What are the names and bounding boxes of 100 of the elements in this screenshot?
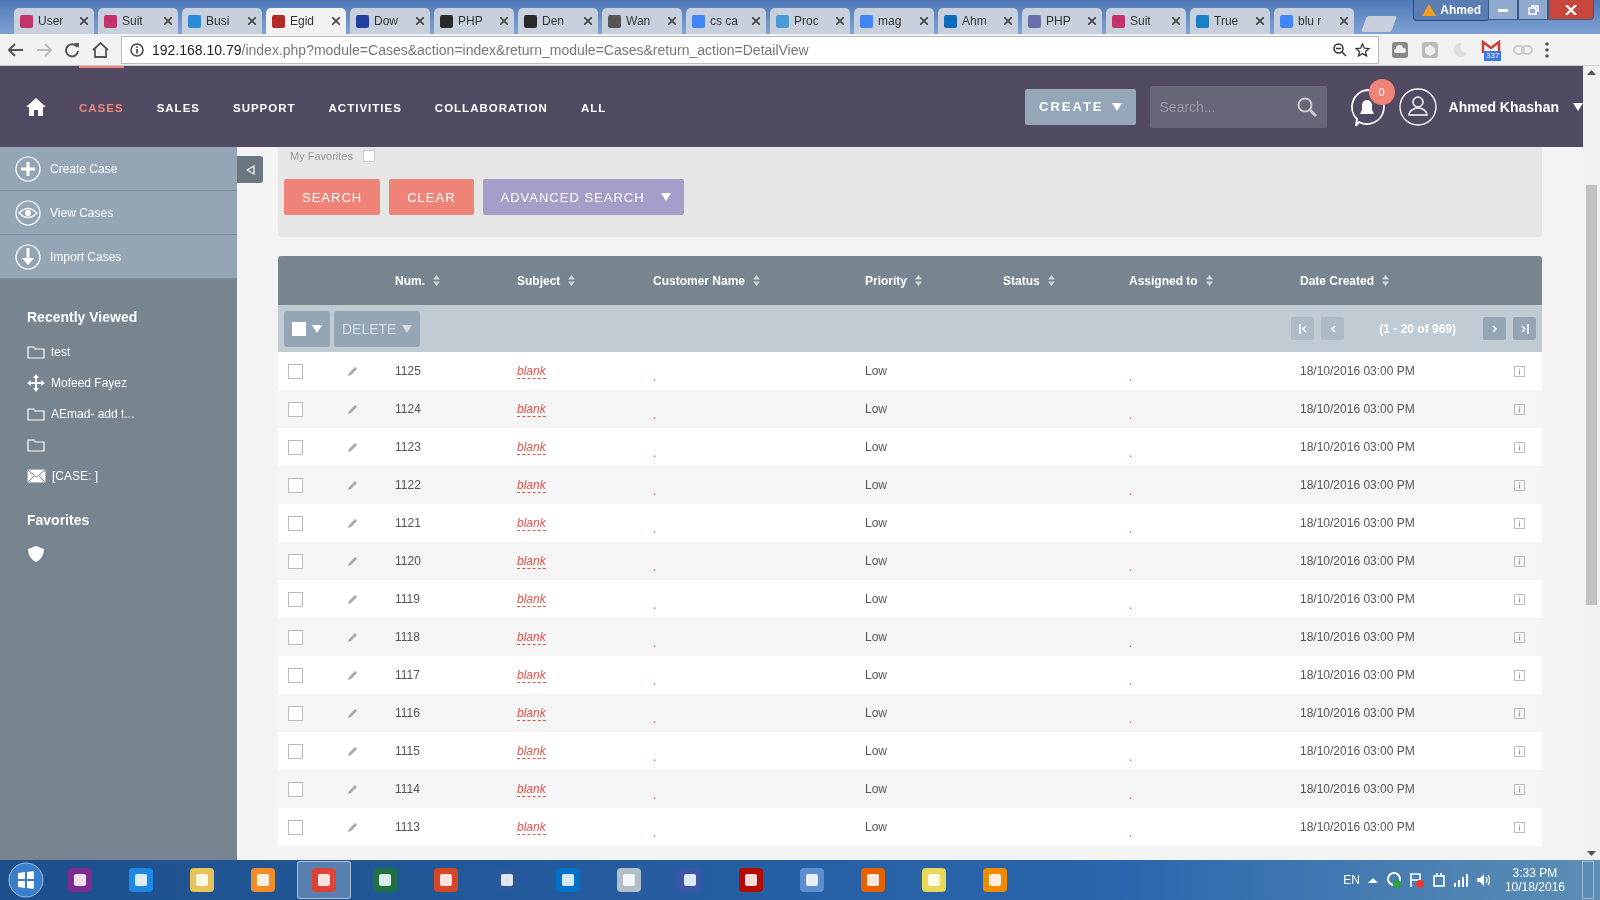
row-checkbox[interactable] — [288, 781, 303, 797]
assigned-link[interactable]: . — [1129, 826, 1133, 840]
column-header[interactable]: Num. — [390, 273, 512, 288]
close-icon[interactable] — [80, 17, 88, 25]
user-menu[interactable]: Ahmed Khashan — [1448, 98, 1559, 115]
customer-link[interactable]: . — [653, 674, 657, 688]
reload-icon[interactable] — [64, 41, 80, 58]
recent-item[interactable]: test — [0, 336, 237, 367]
close-icon[interactable] — [1340, 17, 1348, 25]
customer-link[interactable]: . — [653, 408, 657, 422]
nav-tab[interactable]: ACTIVITIES — [328, 66, 402, 147]
taskbar-app[interactable] — [297, 861, 351, 899]
subject-link[interactable]: blank — [517, 515, 546, 531]
close-icon[interactable] — [836, 17, 844, 25]
browser-tab[interactable]: Suit — [98, 8, 178, 34]
sort-icon[interactable] — [915, 275, 922, 286]
customer-link[interactable]: . — [653, 522, 657, 536]
browser-tab[interactable]: User — [14, 8, 94, 34]
info-icon[interactable] — [1514, 365, 1525, 377]
start-button[interactable] — [6, 861, 46, 899]
column-header[interactable]: Priority — [860, 273, 998, 288]
profile-button[interactable]: Ahmed — [1413, 0, 1490, 21]
column-header[interactable]: Customer Name — [648, 273, 860, 288]
sort-icon[interactable] — [1047, 275, 1055, 286]
close-icon[interactable] — [1004, 17, 1012, 25]
info-icon[interactable] — [1514, 403, 1525, 415]
close-icon[interactable] — [164, 17, 172, 25]
customer-link[interactable]: . — [653, 750, 657, 764]
close-icon[interactable] — [584, 17, 592, 25]
info-icon[interactable] — [1514, 555, 1525, 567]
row-checkbox[interactable] — [288, 363, 303, 379]
close-icon[interactable] — [752, 17, 760, 25]
assigned-link[interactable]: . — [1129, 408, 1133, 422]
assigned-link[interactable]: . — [1129, 750, 1133, 764]
sidebar-action[interactable]: Import Cases — [0, 235, 237, 279]
row-checkbox[interactable] — [288, 819, 303, 835]
close-icon[interactable] — [1088, 17, 1096, 25]
browser-tab[interactable]: Dow — [350, 8, 430, 34]
nav-tab[interactable]: COLLABORATION — [434, 66, 548, 147]
row-checkbox[interactable] — [288, 667, 303, 683]
previous-page-button[interactable] — [1321, 317, 1345, 340]
last-page-button[interactable] — [1513, 317, 1536, 340]
column-header[interactable]: Subject — [512, 273, 648, 288]
customer-link[interactable]: . — [653, 560, 657, 574]
customer-link[interactable]: . — [653, 598, 657, 612]
close-icon[interactable] — [248, 17, 256, 25]
minimize-button[interactable] — [1488, 0, 1518, 20]
sidebar-action[interactable]: View Cases — [0, 191, 237, 235]
close-icon[interactable] — [500, 17, 508, 25]
customer-link[interactable]: . — [653, 636, 657, 650]
info-icon[interactable] — [1514, 593, 1525, 605]
info-icon[interactable] — [1514, 745, 1525, 757]
close-icon[interactable] — [1256, 17, 1264, 25]
column-header[interactable]: Assigned to — [1124, 273, 1295, 288]
close-icon[interactable] — [1172, 17, 1180, 25]
assigned-link[interactable]: . — [1129, 712, 1133, 726]
subject-link[interactable]: blank — [517, 781, 546, 797]
sidebar-action[interactable]: Create Case — [0, 147, 237, 191]
pencil-icon[interactable] — [347, 821, 359, 833]
search-icon[interactable] — [1296, 96, 1317, 117]
pencil-icon[interactable] — [347, 555, 359, 567]
new-tab-button[interactable] — [1361, 16, 1397, 32]
customer-link[interactable]: . — [653, 484, 657, 498]
assigned-link[interactable]: . — [1129, 522, 1133, 536]
info-icon[interactable] — [1514, 631, 1525, 643]
pencil-icon[interactable] — [347, 631, 359, 643]
assigned-link[interactable]: . — [1129, 674, 1133, 688]
favorites-checkbox[interactable] — [362, 150, 375, 162]
pencil-icon[interactable] — [347, 479, 359, 491]
cloud-icon[interactable] — [1391, 40, 1409, 59]
clear-button[interactable]: CLEAR — [389, 179, 474, 215]
subject-link[interactable]: blank — [517, 477, 546, 493]
info-icon[interactable] — [1514, 821, 1525, 833]
zoom-icon[interactable] — [1333, 42, 1347, 57]
sort-icon[interactable] — [753, 275, 761, 286]
assigned-link[interactable]: . — [1129, 370, 1133, 384]
subject-link[interactable]: blank — [517, 363, 546, 379]
create-button[interactable]: CREATE — [1025, 88, 1136, 125]
nav-tab[interactable]: SUPPORT — [232, 66, 296, 147]
customer-link[interactable]: . — [653, 712, 657, 726]
customer-link[interactable]: . — [653, 446, 657, 460]
row-checkbox[interactable] — [288, 401, 303, 417]
column-header[interactable]: Date Created — [1295, 273, 1502, 288]
clock[interactable]: 3:33 PM 10/18/2016 — [1504, 866, 1565, 894]
star-icon[interactable] — [1355, 42, 1370, 57]
assigned-link[interactable]: . — [1129, 788, 1133, 802]
browser-tab[interactable]: mag — [854, 8, 934, 34]
row-checkbox[interactable] — [288, 629, 303, 645]
row-checkbox[interactable] — [288, 705, 303, 721]
nav-tab[interactable]: SALES — [156, 66, 200, 147]
browser-tab[interactable]: True — [1190, 8, 1270, 34]
browser-tab[interactable]: Busi — [182, 8, 262, 34]
select-all-button[interactable] — [284, 310, 330, 347]
column-header[interactable]: Status — [998, 273, 1124, 288]
sort-icon[interactable] — [1382, 275, 1390, 286]
browser-tab[interactable]: Suit — [1106, 8, 1186, 34]
signal-icon[interactable] — [1452, 873, 1469, 887]
pencil-icon[interactable] — [347, 441, 359, 453]
subject-link[interactable]: blank — [517, 629, 546, 645]
subject-link[interactable]: blank — [517, 553, 546, 569]
